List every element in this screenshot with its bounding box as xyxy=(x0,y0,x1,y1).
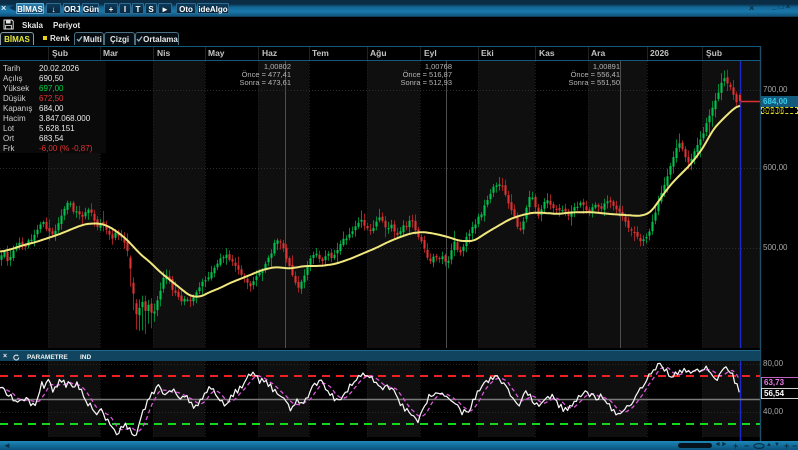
svg-text:Sonra = 551,50: Sonra = 551,50 xyxy=(568,78,620,87)
svg-text:Sonra = 473,61: Sonra = 473,61 xyxy=(239,78,291,87)
svg-text:Sonra = 512,93: Sonra = 512,93 xyxy=(400,78,452,87)
